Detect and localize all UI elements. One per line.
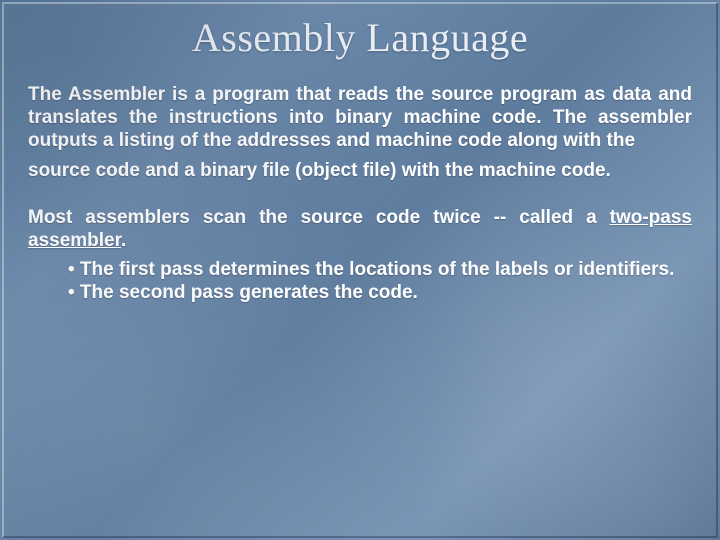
bullet-item-1: • The first pass determines the location…	[68, 258, 692, 281]
paragraph-2: Most assemblers scan the source code twi…	[28, 206, 692, 252]
slide-body: The Assembler is a program that reads th…	[0, 61, 720, 304]
slide: Assembly Language The Assembler is a pro…	[0, 0, 720, 540]
paragraph-2-lead: Most assemblers scan the source code twi…	[28, 207, 610, 228]
spacer	[28, 188, 692, 206]
paragraph-1-part-a: The Assembler is a program that reads th…	[28, 83, 692, 153]
slide-title: Assembly Language	[0, 0, 720, 61]
paragraph-2-tail: .	[121, 230, 126, 251]
paragraph-1-part-b: source code and a binary file (object fi…	[28, 159, 692, 182]
bullet-item-2: • The second pass generates the code.	[68, 281, 692, 304]
bullet-list: • The first pass determines the location…	[28, 258, 692, 304]
